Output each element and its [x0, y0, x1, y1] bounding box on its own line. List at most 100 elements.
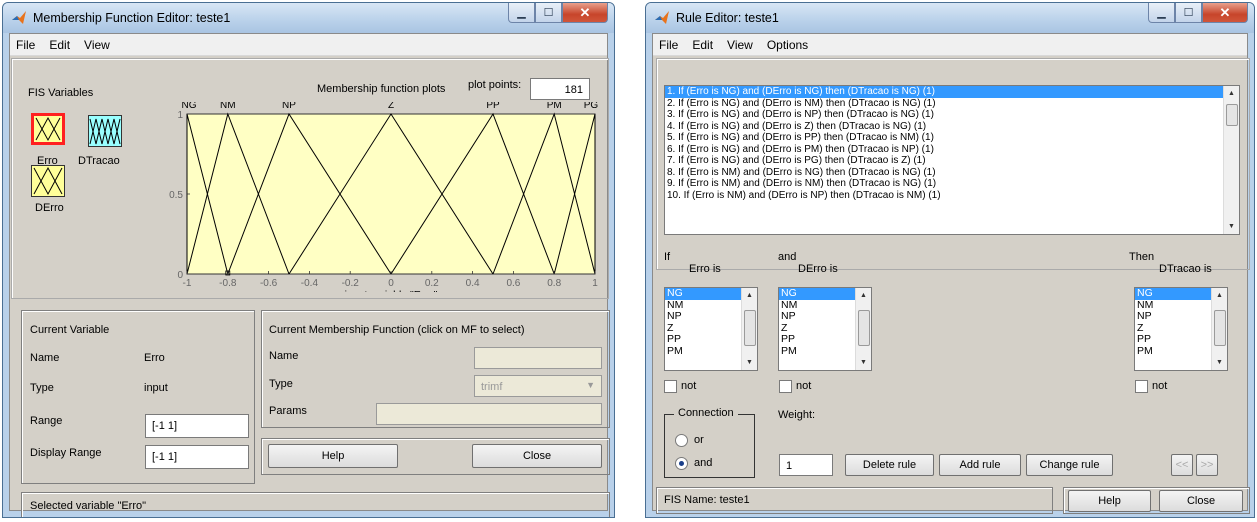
derro-mf-list[interactable]: NG NM NP Z PP PM ▲ ▼ — [778, 287, 872, 371]
mf-option[interactable]: PP — [779, 333, 855, 346]
menu-view[interactable]: View — [721, 34, 761, 55]
variable-erro-box[interactable] — [31, 113, 65, 145]
x-tick-label: 0.6 — [506, 278, 520, 289]
mf-name-input[interactable] — [474, 347, 602, 369]
scroll-up-icon[interactable]: ▲ — [742, 288, 757, 303]
menu-file[interactable]: File — [653, 34, 686, 55]
previous-button[interactable]: << — [1171, 454, 1193, 476]
and-radio[interactable] — [675, 457, 688, 470]
add-rule-button[interactable]: Add rule — [939, 454, 1021, 476]
derro-not-checkbox[interactable] — [779, 380, 792, 393]
rule-editor-client: File Edit View Options 1. If (Erro is NG… — [652, 33, 1250, 514]
mf-option[interactable]: NG — [779, 288, 855, 300]
membership-function-plot[interactable]: NG NM NP Z PP PM PG -1 -0.8 -0.6 -0.4 -0.2 0 0.2 0.4 0.… — [160, 102, 600, 292]
or-radio[interactable] — [675, 434, 688, 447]
scroll-thumb[interactable] — [1214, 310, 1226, 346]
next-button[interactable]: >> — [1196, 454, 1218, 476]
dtracao-not-checkbox[interactable] — [1135, 380, 1148, 393]
menu-bar: File Edit View Options — [653, 34, 1247, 56]
menu-edit[interactable]: Edit — [686, 34, 721, 55]
rule-item[interactable]: 9. If (Erro is NM) and (DErro is NM) the… — [665, 178, 1223, 190]
mf-option[interactable]: PM — [779, 345, 855, 358]
weight-label: Weight: — [778, 409, 816, 421]
mf-editor-window: Membership Function Editor: teste1 ▁ ☐ ✕… — [2, 2, 615, 518]
mf-option[interactable]: NP — [1135, 310, 1211, 323]
x-tick-label: 0.2 — [425, 278, 439, 289]
mf-option[interactable]: NP — [779, 310, 855, 323]
mf-option[interactable]: NP — [665, 310, 741, 323]
rule-item[interactable]: 6. If (Erro is NG) and (DErro is PM) the… — [665, 144, 1223, 156]
mf-option[interactable]: PM — [1135, 345, 1211, 358]
mf-thumbnail-icon — [35, 116, 61, 142]
mf-label: NP — [282, 102, 296, 111]
list-scrollbar[interactable]: ▲ ▼ — [1211, 288, 1227, 370]
rule-item[interactable]: 4. If (Erro is NG) and (DErro is Z) then… — [665, 121, 1223, 133]
menu-edit[interactable]: Edit — [43, 34, 78, 55]
scroll-thumb[interactable] — [858, 310, 870, 346]
delete-rule-button[interactable]: Delete rule — [845, 454, 934, 476]
rule-item[interactable]: 7. If (Erro is NG) and (DErro is PG) the… — [665, 155, 1223, 167]
or-label: or — [694, 434, 704, 446]
scroll-thumb[interactable] — [744, 310, 756, 346]
scroll-up-icon[interactable]: ▲ — [1224, 86, 1239, 101]
erro-mf-list[interactable]: NG NM NP Z PP PM ▲ ▼ — [664, 287, 758, 371]
dtracao-mf-list[interactable]: NG NM NP Z PP PM ▲ ▼ — [1134, 287, 1228, 371]
rule-item[interactable]: 3. If (Erro is NG) and (DErro is NP) the… — [665, 109, 1223, 121]
close-icon[interactable]: ✕ — [562, 3, 608, 23]
mf-option[interactable]: PP — [1135, 333, 1211, 346]
scroll-up-icon[interactable]: ▲ — [1212, 288, 1227, 303]
mf-type-select[interactable]: trimf ▼ — [474, 375, 602, 397]
x-axis-label: input variable "Erro" — [345, 289, 438, 292]
minimize-icon[interactable]: ▁ — [1148, 3, 1175, 23]
help-button[interactable]: Help — [1068, 490, 1151, 512]
menu-view[interactable]: View — [78, 34, 118, 55]
plot-points-input[interactable]: 181 — [530, 78, 590, 100]
mf-option[interactable]: NG — [665, 288, 741, 300]
rule-item[interactable]: 10. If (Erro is NM) and (DErro is NP) th… — [665, 190, 1223, 202]
change-rule-button[interactable]: Change rule — [1026, 454, 1113, 476]
rule-item[interactable]: 8. If (Erro is NM) and (DErro is NG) the… — [665, 167, 1223, 179]
y-tick-label: 0 — [177, 270, 183, 281]
variable-dtracao-box[interactable] — [88, 115, 122, 147]
scroll-down-icon[interactable]: ▼ — [742, 355, 757, 370]
mf-editor-titlebar[interactable]: Membership Function Editor: teste1 ▁ ☐ ✕ — [3, 3, 614, 33]
plot-title: Membership function plots — [317, 83, 446, 95]
scroll-thumb[interactable] — [1226, 104, 1238, 126]
minimize-icon[interactable]: ▁ — [508, 3, 535, 23]
scroll-down-icon[interactable]: ▼ — [1212, 355, 1227, 370]
maximize-icon[interactable]: ☐ — [1175, 3, 1202, 23]
range-label: Range — [30, 415, 63, 427]
maximize-icon[interactable]: ☐ — [535, 3, 562, 23]
variable-derro-box[interactable] — [31, 165, 65, 197]
menu-options[interactable]: Options — [761, 34, 816, 55]
mf-label: PG — [584, 102, 599, 111]
menu-file[interactable]: File — [10, 34, 43, 55]
scroll-down-icon[interactable]: ▼ — [1224, 219, 1239, 234]
rule-editor-titlebar[interactable]: Rule Editor: teste1 ▁ ☐ ✕ — [646, 3, 1254, 33]
weight-input[interactable]: 1 — [779, 454, 833, 476]
mf-label: NM — [220, 102, 236, 111]
rules-list[interactable]: 1. If (Erro is NG) and (DErro is NG) the… — [664, 85, 1240, 235]
close-button[interactable]: Close — [472, 444, 602, 468]
rule-item[interactable]: 1. If (Erro is NG) and (DErro is NG) the… — [665, 86, 1223, 98]
rule-item[interactable]: 2. If (Erro is NG) and (DErro is NM) the… — [665, 98, 1223, 110]
rule-item[interactable]: 5. If (Erro is NG) and (DErro is PP) the… — [665, 132, 1223, 144]
display-range-input[interactable]: [-1 1] — [145, 445, 249, 469]
variable-type-value: input — [144, 382, 168, 394]
rules-scrollbar[interactable]: ▲ ▼ — [1223, 86, 1239, 234]
range-input[interactable]: [-1 1] — [145, 414, 249, 438]
help-button[interactable]: Help — [268, 444, 398, 468]
list-scrollbar[interactable]: ▲ ▼ — [741, 288, 757, 370]
mf-option[interactable]: PP — [665, 333, 741, 346]
x-tick-label: 0.4 — [466, 278, 480, 289]
mf-params-input[interactable] — [376, 403, 602, 425]
scroll-up-icon[interactable]: ▲ — [856, 288, 871, 303]
mf-option[interactable]: NG — [1135, 288, 1211, 300]
mf-option[interactable]: PM — [665, 345, 741, 358]
close-button[interactable]: Close — [1159, 490, 1243, 512]
status-text: Selected variable "Erro" — [30, 500, 147, 512]
list-scrollbar[interactable]: ▲ ▼ — [855, 288, 871, 370]
close-icon[interactable]: ✕ — [1202, 3, 1248, 23]
scroll-down-icon[interactable]: ▼ — [856, 355, 871, 370]
erro-not-checkbox[interactable] — [664, 380, 677, 393]
